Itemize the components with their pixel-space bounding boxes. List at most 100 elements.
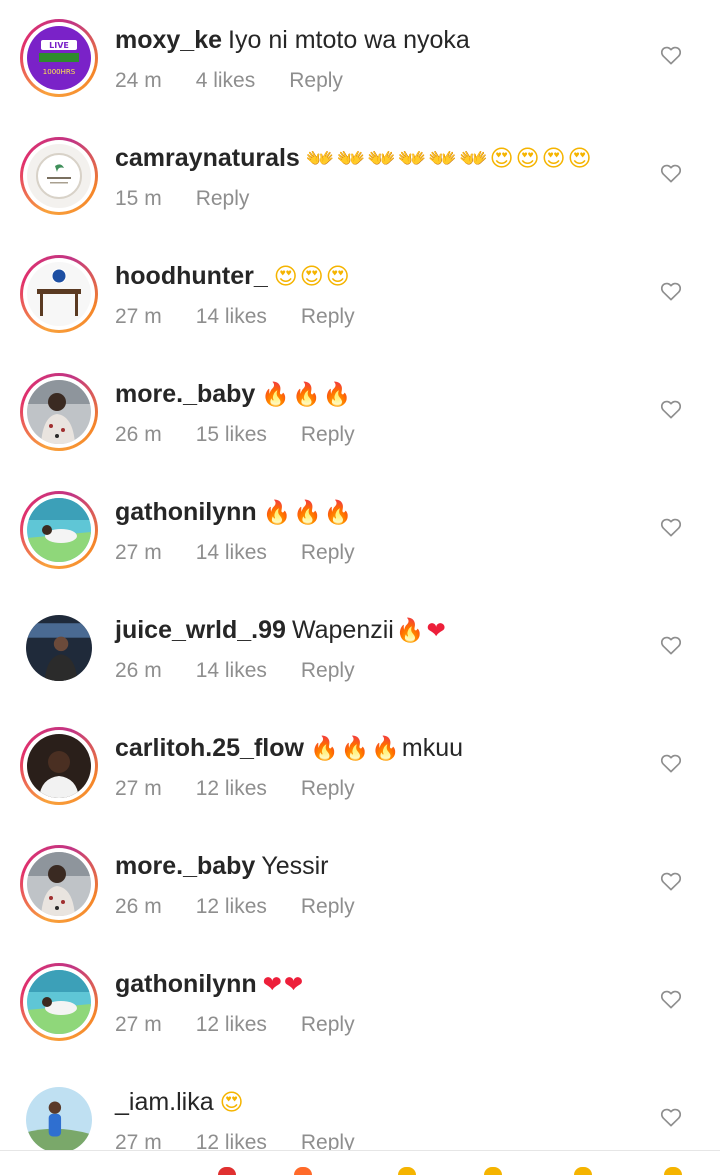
comment-text: Iyo ni mtoto wa nyoka xyxy=(228,26,470,54)
comment-meta: 26 m 12 likes Reply xyxy=(115,895,355,919)
comment-meta: 27 m 12 likes Reply xyxy=(115,777,355,801)
comment-emoji: 🔥🔥🔥 xyxy=(261,382,354,408)
comment-body: camraynaturals 👐👐👐👐👐👐😍😍😍😍 xyxy=(115,144,594,173)
comment-item: camraynaturals 👐👐👐👐👐👐😍😍😍😍 15 m Reply xyxy=(0,118,720,236)
comment-item: gathonilynn ❤❤ 27 m 12 likes Reply xyxy=(0,944,720,1062)
comment-time: 24 m xyxy=(115,69,162,92)
avatar[interactable] xyxy=(20,845,98,923)
comment-username[interactable]: camraynaturals xyxy=(115,144,300,172)
comment-item: juice_wrld_.99 Wapenzii🔥❤ 26 m 14 likes Rep… xyxy=(0,590,720,708)
heart-outline-icon[interactable] xyxy=(660,989,682,1009)
comment-item: gathonilynn 🔥🔥🔥 27 m 14 likes Reply xyxy=(0,472,720,590)
comment-likes[interactable]: 14 likes xyxy=(196,541,267,564)
comment-likes[interactable]: 14 likes xyxy=(196,305,267,328)
comment-item: hoodhunter_ 😍😍😍 27 m 14 likes Reply xyxy=(0,236,720,354)
comment-username[interactable]: gathonilynn xyxy=(115,970,257,998)
reaction-emoji[interactable] xyxy=(484,1167,502,1175)
avatar[interactable] xyxy=(20,727,98,805)
comment-body: gathonilynn ❤❤ xyxy=(115,970,305,999)
avatar-label-top: LIVE xyxy=(49,41,69,50)
comment-username[interactable]: more._baby xyxy=(115,852,255,880)
heart-outline-icon[interactable] xyxy=(660,753,682,773)
comment-emoji: ❤❤ xyxy=(262,972,306,998)
comment-username[interactable]: gathonilynn xyxy=(115,498,257,526)
emoji-reaction-bar xyxy=(0,1150,720,1175)
heart-outline-icon[interactable] xyxy=(660,517,682,537)
heart-outline-icon[interactable] xyxy=(660,281,682,301)
comment-text: Wapenzii xyxy=(291,616,394,644)
comment-item: more._baby 🔥🔥🔥 26 m 15 likes Reply xyxy=(0,354,720,472)
comment-time: 26 m xyxy=(115,423,162,446)
comment-username[interactable]: more._baby xyxy=(115,380,255,408)
comment-likes[interactable]: 15 likes xyxy=(196,423,267,446)
avatar[interactable] xyxy=(20,609,98,687)
comment-likes[interactable]: 12 likes xyxy=(196,895,267,918)
heart-outline-icon[interactable] xyxy=(660,635,682,655)
reply-button[interactable]: Reply xyxy=(301,1131,355,1150)
comment-likes[interactable]: 12 likes xyxy=(196,777,267,800)
comment-body: _iam.lika 😍 xyxy=(115,1088,246,1117)
comment-emoji: 😍 xyxy=(219,1090,246,1116)
comment-likes[interactable]: 14 likes xyxy=(196,659,267,682)
avatar[interactable] xyxy=(20,373,98,451)
reply-button[interactable]: Reply xyxy=(301,659,355,682)
reply-button[interactable]: Reply xyxy=(301,895,355,918)
comment-body: more._baby Yessir xyxy=(115,852,329,881)
reaction-emoji[interactable] xyxy=(218,1167,236,1175)
avatar[interactable] xyxy=(20,255,98,333)
comment-username[interactable]: _iam.lika xyxy=(115,1088,214,1116)
comment-item: carlitoh.25_flow 🔥🔥🔥mkuu 27 m 12 likes Repl… xyxy=(0,708,720,826)
comment-body: gathonilynn 🔥🔥🔥 xyxy=(115,498,355,527)
comment-text: Yessir xyxy=(261,852,329,880)
comment-time: 27 m xyxy=(115,777,162,800)
comment-meta: 27 m 12 likes Reply xyxy=(115,1131,355,1150)
reply-button[interactable]: Reply xyxy=(196,187,250,210)
comment-username[interactable]: hoodhunter_ xyxy=(115,262,268,290)
reply-button[interactable]: Reply xyxy=(301,1013,355,1036)
avatar-label-bottom: 1000HRS xyxy=(43,68,76,76)
comment-body: moxy_ke Iyo ni mtoto wa nyoka xyxy=(115,26,470,55)
reply-button[interactable]: Reply xyxy=(301,305,355,328)
comment-time: 27 m xyxy=(115,541,162,564)
comment-item: LIVE 1000HRS moxy_ke Iyo ni mtoto wa nyok… xyxy=(0,0,720,118)
avatar[interactable] xyxy=(20,1081,98,1150)
heart-outline-icon[interactable] xyxy=(660,871,682,891)
comment-likes[interactable]: 12 likes xyxy=(196,1013,267,1036)
comment-emoji: 😍😍😍 xyxy=(273,264,352,290)
comment-body: hoodhunter_ 😍😍😍 xyxy=(115,262,352,291)
heart-outline-icon[interactable] xyxy=(660,45,682,65)
comment-emoji: 👐👐👐👐👐👐😍😍😍😍 xyxy=(305,146,594,172)
reaction-emoji[interactable] xyxy=(574,1167,592,1175)
comment-username[interactable]: carlitoh.25_flow xyxy=(115,734,304,762)
reaction-emoji[interactable] xyxy=(398,1167,416,1175)
comment-meta: 24 m 4 likes Reply xyxy=(115,69,343,93)
comment-likes[interactable]: 12 likes xyxy=(196,1131,267,1150)
comment-body: juice_wrld_.99 Wapenzii🔥❤ xyxy=(115,616,448,645)
comment-item: _iam.lika 😍 27 m 12 likes Reply xyxy=(0,1062,720,1150)
comment-meta: 27 m 14 likes Reply xyxy=(115,541,355,565)
comment-username[interactable]: moxy_ke xyxy=(115,26,222,54)
reply-button[interactable]: Reply xyxy=(301,541,355,564)
comment-time: 26 m xyxy=(115,895,162,918)
heart-outline-icon[interactable] xyxy=(660,399,682,419)
avatar[interactable] xyxy=(20,491,98,569)
reply-button[interactable]: Reply xyxy=(289,69,343,92)
comment-likes[interactable]: 4 likes xyxy=(196,69,256,92)
comment-meta: 27 m 12 likes Reply xyxy=(115,1013,355,1037)
reaction-emoji[interactable] xyxy=(294,1167,312,1175)
avatar[interactable]: LIVE 1000HRS xyxy=(20,19,98,97)
comment-emoji: 🔥🔥🔥 xyxy=(309,736,402,762)
avatar[interactable] xyxy=(20,963,98,1041)
comment-time: 27 m xyxy=(115,1131,162,1150)
reply-button[interactable]: Reply xyxy=(301,777,355,800)
comment-emoji: 🔥🔥🔥 xyxy=(262,500,355,526)
reply-button[interactable]: Reply xyxy=(301,423,355,446)
reaction-emoji[interactable] xyxy=(664,1167,682,1175)
comment-time: 27 m xyxy=(115,305,162,328)
heart-outline-icon[interactable] xyxy=(660,163,682,183)
heart-outline-icon[interactable] xyxy=(660,1107,682,1127)
comment-meta: 26 m 14 likes Reply xyxy=(115,659,355,683)
comment-list: LIVE 1000HRS moxy_ke Iyo ni mtoto wa nyok… xyxy=(0,0,720,1150)
avatar[interactable] xyxy=(20,137,98,215)
comment-username[interactable]: juice_wrld_.99 xyxy=(115,616,286,644)
